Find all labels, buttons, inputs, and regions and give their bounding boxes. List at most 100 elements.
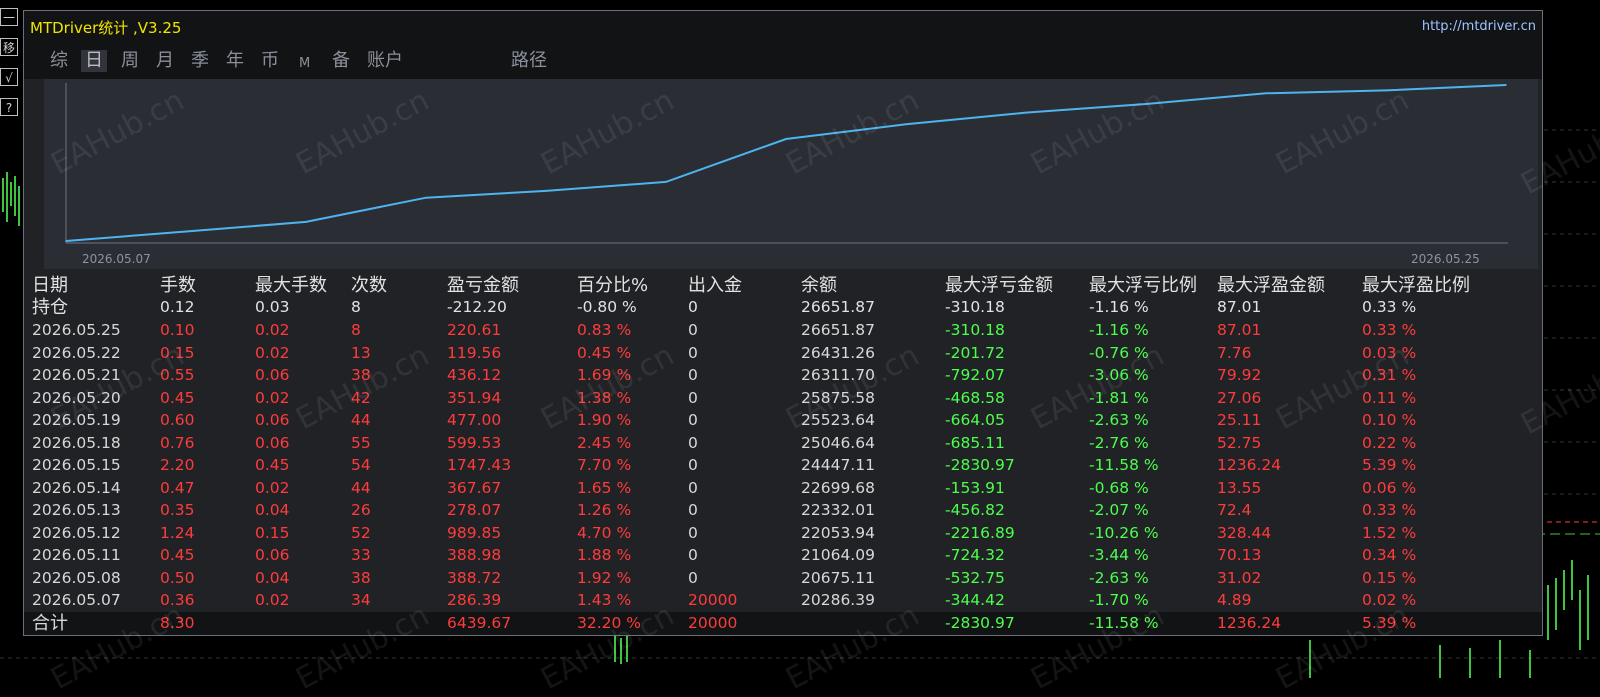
row-max-float-loss: -2216.89 xyxy=(945,523,1015,542)
row-pct: 2.45 % xyxy=(577,433,632,452)
tab-quarterly[interactable]: 季 xyxy=(187,50,213,72)
website-link[interactable]: http://mtdriver.cn xyxy=(1422,19,1536,34)
row-count: 52 xyxy=(351,523,371,542)
x-axis-end-label: 2026.05.25 xyxy=(1411,252,1480,266)
row-lots: 0.15 xyxy=(160,343,195,362)
row-max-float-loss: -2830.97 xyxy=(945,456,1015,474)
tab-weekly[interactable]: 周 xyxy=(117,50,143,72)
minimize-button[interactable]: 一 xyxy=(0,8,18,26)
row-max-float-gain-pct: 0.34 % xyxy=(1362,546,1417,564)
total-label: 合计 xyxy=(32,613,68,634)
row-max-float-gain: 4.89 xyxy=(1217,591,1252,609)
row-max-float-loss-pct: -1.70 % xyxy=(1089,591,1149,609)
row-date: 2026.05.12 xyxy=(32,523,121,542)
row-max-lots: 0.02 xyxy=(255,321,290,339)
row-lots: 0.50 xyxy=(160,568,195,587)
row-balance: 26431.26 xyxy=(801,343,875,362)
row-io: 0 xyxy=(688,568,698,587)
row-max-float-gain-pct: 5.39 % xyxy=(1362,456,1417,474)
row-pct: 1.43 % xyxy=(577,591,632,609)
row-pnl: 599.53 xyxy=(447,433,502,452)
row-date: 2026.05.08 xyxy=(32,568,121,587)
move-button[interactable]: 移 xyxy=(0,38,18,56)
holding-lots: 0.12 xyxy=(160,298,195,316)
holding-max-float-gain: 87.01 xyxy=(1217,298,1262,316)
row-max-lots: 0.02 xyxy=(255,478,290,497)
holding-max-lots: 0.03 xyxy=(255,298,290,316)
balance-point xyxy=(1145,103,1147,105)
check-button[interactable]: √ xyxy=(0,68,18,86)
table-header: 日期 手数 最大手数 次数 盈亏金额 百分比% 出入金 余额 最大浮亏金额 最大… xyxy=(24,274,1542,297)
row-max-float-gain-pct: 0.02 % xyxy=(1362,591,1417,609)
row-lots: 1.24 xyxy=(160,523,195,542)
row-lots: 0.45 xyxy=(160,546,195,564)
row-count: 13 xyxy=(351,343,371,362)
tab-currency[interactable]: 币 xyxy=(257,50,283,72)
row-pct: 7.70 % xyxy=(577,456,632,474)
tab-monthly[interactable]: 月 xyxy=(152,50,178,72)
holding-pct: -0.80 % xyxy=(577,298,637,316)
row-io: 0 xyxy=(688,433,698,452)
tab-bar: 综 日 周 月 季 年 币 M 备 账户 路径 xyxy=(24,41,1542,79)
table-row: 2026.05.08 0.50 0.04 38 388.72 1.92 % 0 20675.1… xyxy=(24,567,1542,590)
row-balance: 20286.39 xyxy=(801,591,875,609)
row-pct: 1.38 % xyxy=(577,388,632,407)
row-pnl: 220.61 xyxy=(447,321,502,339)
tab-overview[interactable]: 综 xyxy=(46,50,72,72)
row-count: 34 xyxy=(351,591,371,609)
row-max-float-loss-pct: -2.76 % xyxy=(1089,433,1149,452)
row-pct: 4.70 % xyxy=(577,523,632,542)
tab-account[interactable]: 账户 xyxy=(363,50,407,72)
row-max-float-gain: 70.13 xyxy=(1217,546,1262,564)
row-balance: 24447.11 xyxy=(801,456,875,474)
row-max-float-loss: -792.07 xyxy=(945,366,1005,384)
total-max-float-gain: 1236.24 xyxy=(1217,614,1282,632)
row-date: 2026.05.07 xyxy=(32,591,121,609)
row-max-lots: 0.06 xyxy=(255,411,290,429)
row-date: 2026.05.19 xyxy=(32,411,121,429)
row-date: 2026.05.22 xyxy=(32,343,121,362)
row-io: 0 xyxy=(688,343,698,362)
row-balance: 25523.64 xyxy=(801,411,875,429)
table-row: 2026.05.21 0.55 0.06 38 436.12 1.69 % 0 26311.7… xyxy=(24,364,1542,387)
tab-path[interactable]: 路径 xyxy=(507,50,551,72)
row-pnl: 119.56 xyxy=(447,343,502,362)
row-lots: 0.35 xyxy=(160,501,195,519)
row-max-float-gain: 13.55 xyxy=(1217,478,1262,497)
row-max-float-loss-pct: -3.44 % xyxy=(1089,546,1149,564)
row-lots: 0.47 xyxy=(160,478,195,497)
row-date: 2026.05.25 xyxy=(32,321,121,339)
header-lots: 手数 xyxy=(160,275,196,296)
row-count: 44 xyxy=(351,411,371,429)
row-max-float-gain-pct: 0.11 % xyxy=(1362,388,1417,407)
tab-m[interactable]: M xyxy=(295,53,314,75)
tab-daily[interactable]: 日 xyxy=(81,50,107,72)
tab-yearly[interactable]: 年 xyxy=(222,50,248,72)
row-max-float-gain-pct: 0.03 % xyxy=(1362,343,1417,362)
row-count: 33 xyxy=(351,546,371,564)
row-date: 2026.05.11 xyxy=(32,546,121,564)
holding-count: 8 xyxy=(351,298,361,316)
balance-point xyxy=(1025,111,1027,114)
holding-max-float-loss: -310.18 xyxy=(945,298,1005,316)
table-row: 2026.05.25 0.10 0.02 8 220.61 0.83 % 0 26651.87… xyxy=(24,319,1542,342)
row-max-float-gain: 27.06 xyxy=(1217,388,1262,407)
row-pct: 0.45 % xyxy=(577,343,632,362)
row-lots: 0.76 xyxy=(160,433,195,452)
tab-backup[interactable]: 备 xyxy=(328,50,354,72)
row-max-lots: 0.02 xyxy=(255,591,290,609)
balance-point xyxy=(785,138,787,140)
row-max-float-loss: -344.42 xyxy=(945,591,1005,609)
row-max-float-loss-pct: -10.26 % xyxy=(1089,523,1159,542)
row-lots: 0.60 xyxy=(160,411,195,429)
row-max-float-gain: 1236.24 xyxy=(1217,456,1282,474)
table-row: 2026.05.11 0.45 0.06 33 388.98 1.88 % 0 21064.0… xyxy=(24,544,1542,567)
row-max-float-loss-pct: -2.07 % xyxy=(1089,501,1149,519)
help-button[interactable]: ? xyxy=(0,98,18,116)
row-max-lots: 0.02 xyxy=(255,343,290,362)
table-row: 2026.05.15 2.20 0.45 54 1747.43 7.70 % 0 24447.… xyxy=(24,454,1542,477)
balance-point xyxy=(545,190,547,192)
row-count: 44 xyxy=(351,478,371,497)
balance-point xyxy=(425,196,427,199)
row-max-lots: 0.06 xyxy=(255,546,290,564)
